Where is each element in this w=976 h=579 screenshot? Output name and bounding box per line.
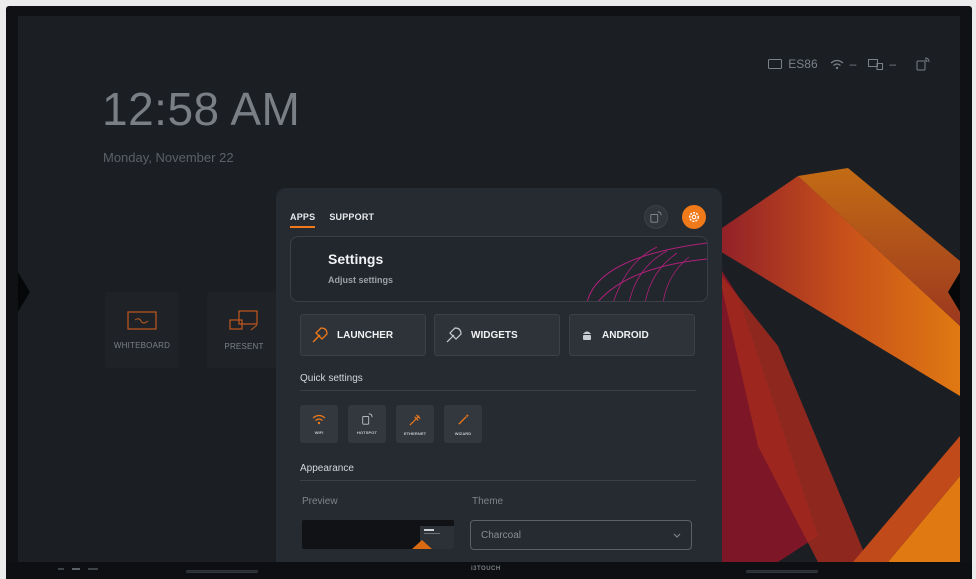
widgets-label: WIDGETS: [471, 329, 518, 341]
rocket-outline-icon: [446, 327, 462, 343]
quick-hotspot-button[interactable]: HOTSPOT: [348, 405, 386, 443]
preview-thumbnail: [412, 526, 454, 549]
ethernet-indicator[interactable]: –: [868, 57, 896, 71]
clock-date: Monday, November 22: [103, 150, 234, 165]
quick-settings-heading: Quick settings: [300, 373, 363, 384]
monitor-icon: [768, 59, 783, 69]
indicator-dot: [72, 568, 80, 570]
cast-button[interactable]: [644, 205, 668, 229]
input-source-indicator[interactable]: ES86: [768, 57, 818, 71]
wand-icon: [457, 413, 469, 425]
wifi-indicator[interactable]: –: [830, 57, 857, 71]
android-icon: [583, 331, 591, 340]
tab-support[interactable]: SUPPORT: [329, 212, 374, 228]
tab-apps[interactable]: APPS: [290, 212, 316, 228]
cast-indicator[interactable]: [916, 57, 930, 71]
quick-wizard-label: WIZARD: [454, 430, 472, 436]
settings-card[interactable]: Settings Adjust settings: [290, 236, 708, 302]
chevron-down-icon: [673, 533, 681, 538]
bezel-slot-left: [186, 570, 258, 573]
appearance-heading: Appearance: [300, 463, 354, 474]
wifi-icon: [830, 59, 844, 69]
quick-hotspot-label: HOTSPOT: [356, 430, 378, 435]
theme-select[interactable]: Charcoal: [470, 520, 692, 550]
whiteboard-tile[interactable]: WHITEBOARD: [105, 292, 179, 368]
ethernet-icon: [409, 413, 421, 425]
quick-ethernet-label: ETHERNET: [403, 430, 427, 436]
ethernet-value: –: [889, 57, 896, 71]
present-icon: [229, 309, 258, 330]
launcher-label: LAUNCHER: [337, 329, 394, 341]
quick-wifi-label: WIFI: [314, 429, 324, 435]
quick-settings-divider: [300, 390, 696, 391]
gear-icon: [688, 211, 700, 223]
theme-label: Theme: [472, 496, 504, 507]
quick-wifi-button[interactable]: WIFI: [300, 405, 338, 443]
clock-time: 12:58 AM: [102, 83, 301, 135]
wifi-icon: [312, 414, 326, 424]
cast-icon: [916, 57, 930, 71]
settings-card-subtitle: Adjust settings: [328, 275, 394, 285]
bezel-bottom-bar: i3TOUCH: [6, 562, 972, 579]
theme-preview: [302, 520, 454, 549]
whiteboard-icon: [127, 310, 157, 330]
launcher-button[interactable]: LAUNCHER: [300, 314, 426, 356]
widgets-button[interactable]: WIDGETS: [434, 314, 560, 356]
brand-logo: i3TOUCH: [471, 566, 501, 572]
android-button[interactable]: ANDROID: [569, 314, 695, 356]
whiteboard-label: WHITEBOARD: [113, 340, 171, 350]
leaf-decoration: [587, 242, 707, 301]
appearance-divider: [300, 480, 696, 481]
hotspot-icon: [362, 413, 373, 425]
panel-tabs: APPS SUPPORT: [290, 212, 374, 228]
android-label: ANDROID: [602, 329, 649, 341]
quick-wizard-button[interactable]: WIZARD: [444, 405, 482, 443]
wifi-value: –: [849, 57, 857, 71]
present-tile[interactable]: PRESENT: [207, 292, 281, 368]
theme-select-value: Charcoal: [481, 529, 522, 541]
quick-ethernet-button[interactable]: ETHERNET: [396, 405, 434, 443]
bezel-slot-right: [746, 570, 818, 573]
status-bar: ES86 – –: [768, 57, 930, 71]
cast-icon: [650, 211, 662, 223]
indicator-dot: [58, 568, 64, 570]
bezel-indicators: [58, 568, 98, 570]
network-icon: [868, 58, 884, 70]
home-screen: ES86 – – 12:58 AM Monday, November 22 WH…: [18, 16, 960, 562]
apps-panel: APPS SUPPORT Settings Adjust settings LA…: [276, 188, 722, 562]
indicator-dot: [88, 568, 98, 570]
settings-card-title: Settings: [328, 251, 384, 267]
settings-gear-button[interactable]: [682, 205, 706, 229]
present-label: PRESENT: [224, 341, 264, 351]
rocket-icon: [312, 327, 328, 343]
preview-label: Preview: [302, 496, 338, 507]
input-source-label: ES86: [788, 57, 818, 71]
